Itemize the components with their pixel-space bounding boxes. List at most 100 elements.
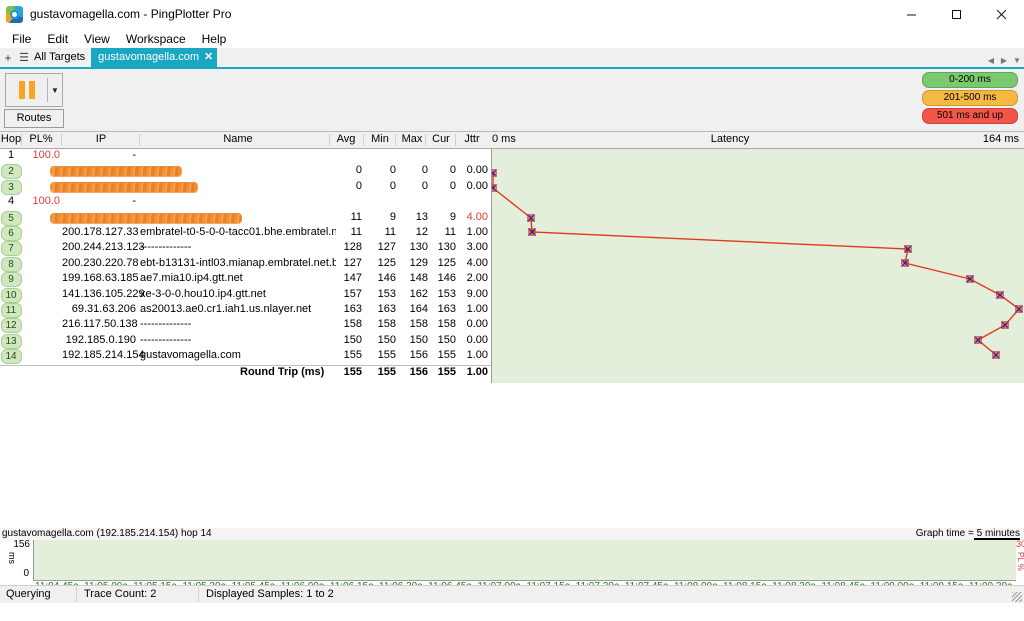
hop-min: 158 [377, 318, 396, 331]
table-row[interactable]: 7 200.244.213.123 -------------- 128 127 130 1… [0, 241, 491, 257]
tab-prev-icon[interactable]: ◀ [986, 56, 996, 65]
hop-jttr: 0.00 [466, 318, 488, 331]
latency-axis-min-header: 0 ms [492, 133, 516, 145]
column-header-pl[interactable]: PL% [22, 133, 60, 145]
hop-number: 11 [0, 302, 22, 318]
hop-number: 7 [0, 241, 22, 257]
column-header-jttr[interactable]: Jttr [456, 133, 488, 145]
empty-workspace [0, 365, 1024, 528]
list-icon[interactable]: ☰ [16, 50, 32, 67]
target-panel: ▼ Routes Target Name gustavomagella.com … [0, 69, 1024, 189]
hop-name: -------------- [140, 318, 192, 331]
hop-cur: 11 [444, 225, 456, 238]
hop-rows: 1 100.0-2 0 0 0 0 0.00 3 0 0 0 0 0.00 4 100.0-5 11 9 13 9 4… [0, 149, 491, 365]
latency-legend: 0-200 ms 201-500 ms 501 ms and up [922, 72, 1018, 126]
hop-cur: 150 [437, 333, 456, 346]
column-header-avg[interactable]: Avg [330, 133, 362, 145]
hop-cur: 153 [437, 287, 456, 300]
hop-cur: 155 [437, 349, 456, 362]
table-header: Hop PL% IP Name Avg Min Max Cur Jttr 0 m… [0, 132, 1024, 149]
hop-max: 158 [409, 318, 428, 331]
chevron-down-icon[interactable]: ▼ [1012, 56, 1022, 65]
hop-name: xe-3-0-0.hou10.ip4.gtt.net [140, 287, 266, 300]
column-header-min[interactable]: Min [364, 133, 396, 145]
tab-gustavomagella[interactable]: gustavomagella.com ✕ [91, 48, 218, 67]
status-bar: Querying Trace Count: 2 Displayed Sample… [0, 585, 1024, 603]
trace-table-and-graph: 1 100.0-2 0 0 0 0 0.00 3 0 0 0 0 0.00 4 100.0-5 11 9 13 9 4… [0, 149, 1024, 384]
time-graph[interactable]: 156 0 ms 11:04.45a11:05.00a11:05.15a11:0… [0, 539, 1024, 592]
hop-name: -------------- [140, 333, 192, 346]
window-title: gustavomagella.com - PingPlotter Pro [30, 7, 232, 21]
table-row[interactable]: 2 0 0 0 0 0.00 [0, 164, 491, 180]
packet-loss: 100.0 [32, 195, 60, 208]
add-tab-icon[interactable]: + [0, 50, 16, 67]
hop-max: 13 [415, 210, 428, 223]
chevron-down-icon[interactable]: ▼ [48, 86, 62, 95]
column-header-hop[interactable]: Hop [0, 133, 22, 145]
hop-ip: 200.178.127.33 [62, 225, 139, 238]
table-row[interactable]: 6 200.178.127.33 embratel-t0-5-0-0-tacc01.… [0, 225, 491, 241]
resize-grip[interactable] [1012, 592, 1022, 602]
hop-min: 125 [377, 256, 396, 269]
table-row[interactable]: 4 100.0 - [0, 195, 491, 210]
hop-avg: 157 [343, 287, 362, 300]
hop-ip: 192.185.0.190 [65, 333, 136, 346]
column-header-ip[interactable]: IP [62, 133, 140, 145]
table-row[interactable]: 8 200.230.220.78 ebt-b13131-intl03.mianap.… [0, 256, 491, 272]
menu-workspace[interactable]: Workspace [118, 30, 194, 48]
tab-bar: + ☰ All Targets gustavomagella.com ✕ ◀ ▶… [0, 48, 1024, 69]
table-row[interactable]: 11 69.31.63.206 as20013.ae0.cr1.iah1.us.nl… [0, 302, 491, 318]
table-row[interactable]: 12 216.117.50.138 -------------- 158 158 158 1… [0, 318, 491, 334]
time-graph-pl-axis: 30 PL % [1016, 539, 1024, 585]
tab-all-targets[interactable]: All Targets [32, 48, 91, 67]
hop-name: ae7.mia10.ip4.gtt.net [140, 272, 243, 285]
hop-number: 9 [0, 272, 22, 288]
table-row[interactable]: 1 100.0 - [0, 149, 491, 164]
hop-name: as20013.ae0.cr1.iah1.us.nlayer.net [140, 302, 312, 315]
hop-jttr: 2.00 [466, 272, 488, 285]
hop-ip: 199.168.63.185 [62, 272, 139, 285]
table-row[interactable]: 10 141.136.105.229 xe-3-0-0.hou10.ip4.gtt.… [0, 287, 491, 303]
hop-cur: 158 [437, 318, 456, 331]
time-graph-plot[interactable] [33, 540, 1016, 581]
menu-edit[interactable]: Edit [39, 30, 76, 48]
close-tab-icon[interactable]: ✕ [204, 50, 213, 65]
tab-next-icon[interactable]: ▶ [999, 56, 1009, 65]
hop-min: 163 [377, 302, 396, 315]
table-row[interactable]: 3 0 0 0 0 0.00 [0, 179, 491, 195]
column-header-max[interactable]: Max [396, 133, 428, 145]
table-row[interactable]: 13 192.185.0.190 -------------- 150 150 150 15… [0, 333, 491, 349]
table-row[interactable]: 9 199.168.63.185 ae7.mia10.ip4.gtt.net 147 1… [0, 272, 491, 288]
menu-file[interactable]: File [4, 30, 39, 48]
column-header-cur[interactable]: Cur [426, 133, 456, 145]
legend-201-500ms: 201-500 ms [922, 90, 1018, 106]
table-row[interactable]: 5 11 9 13 9 4.00 [0, 210, 491, 226]
status-displayed-samples: Displayed Samples: 1 to 2 [206, 588, 334, 600]
round-trip-label: Round Trip (ms) [240, 366, 325, 378]
latency-title-header: Latency [710, 133, 750, 145]
hop-avg: 11 [350, 210, 362, 223]
table-row[interactable]: 14 192.185.214.154 gustavomagella.com 155 15… [0, 349, 491, 365]
menu-view[interactable]: View [76, 30, 118, 48]
pause-button[interactable]: ▼ [5, 73, 63, 107]
hop-number: 2 [0, 164, 22, 180]
hop-min: 146 [377, 272, 396, 285]
menu-help[interactable]: Help [194, 30, 235, 48]
latency-graph[interactable] [488, 149, 1024, 383]
close-icon[interactable] [979, 0, 1024, 28]
hop-min: 155 [377, 349, 396, 362]
minimize-icon[interactable] [889, 0, 934, 28]
latency-trace-line [488, 168, 1024, 360]
maximize-icon[interactable] [934, 0, 979, 28]
hop-jttr: 0.00 [466, 333, 488, 346]
hop-number: 10 [0, 287, 22, 303]
redacted-host [50, 182, 198, 192]
hop-min: 0 [389, 179, 396, 192]
routes-button[interactable]: Routes [4, 109, 64, 128]
round-trip-cur: 155 [437, 366, 456, 378]
hop-max: 156 [409, 349, 428, 362]
title-bar: gustavomagella.com - PingPlotter Pro [0, 0, 1024, 29]
packet-loss: 100.0 [32, 149, 60, 161]
latency-plot[interactable] [488, 149, 1024, 365]
column-header-name[interactable]: Name [140, 133, 336, 145]
